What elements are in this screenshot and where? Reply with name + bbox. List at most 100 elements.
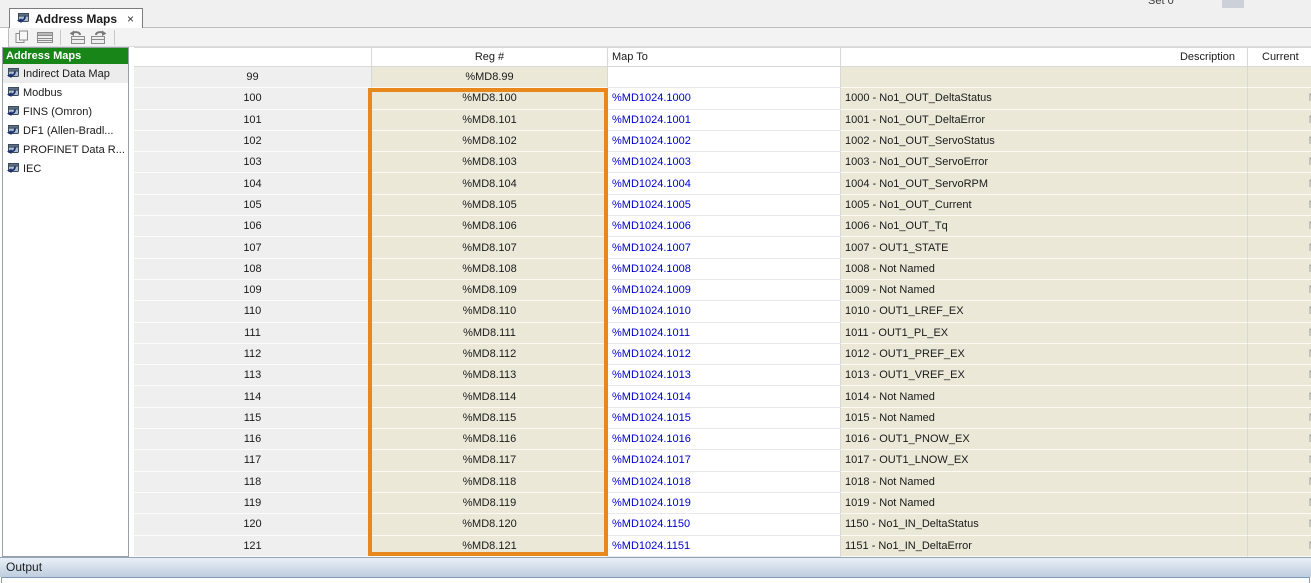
map-to-cell[interactable]: %MD1024.1011 <box>608 323 841 344</box>
reg-cell[interactable]: %MD8.104 <box>372 173 608 194</box>
row-index-cell[interactable]: 107 <box>134 237 372 258</box>
description-cell[interactable] <box>841 67 1248 88</box>
description-cell[interactable]: 1009 - Not Named <box>841 280 1248 301</box>
reg-cell[interactable]: %MD8.112 <box>372 344 608 365</box>
row-index-cell[interactable]: 121 <box>134 536 372 557</box>
reg-cell[interactable]: %MD8.118 <box>372 472 608 493</box>
map-to-cell[interactable]: %MD1024.1009 <box>608 280 841 301</box>
map-to-link[interactable]: %MD1024.1013 <box>612 369 691 381</box>
map-to-link[interactable]: %MD1024.1008 <box>612 263 691 275</box>
reg-cell[interactable]: %MD8.119 <box>372 493 608 514</box>
sidebar-item[interactable]: FINS (Omron) <box>3 102 128 121</box>
row-index-cell[interactable]: 100 <box>134 88 372 109</box>
description-cell[interactable]: 1005 - No1_OUT_Current <box>841 195 1248 216</box>
map-to-link[interactable]: %MD1024.1151 <box>612 540 690 552</box>
description-cell[interactable]: 1000 - No1_OUT_DeltaStatus <box>841 88 1248 109</box>
row-index-cell[interactable]: 103 <box>134 152 372 173</box>
map-to-link[interactable]: %MD1024.1018 <box>612 476 691 488</box>
pagination-number[interactable]: 2 <box>1272 0 1278 2</box>
map-to-link[interactable]: %MD1024.1016 <box>612 433 691 445</box>
description-cell[interactable]: 1007 - OUT1_STATE <box>841 237 1248 258</box>
map-to-cell[interactable]: %MD1024.1017 <box>608 450 841 471</box>
map-to-link[interactable]: %MD1024.1007 <box>612 242 691 254</box>
reg-cell[interactable]: %MD8.102 <box>372 131 608 152</box>
pagination-number[interactable]: 1 <box>1252 0 1258 2</box>
description-cell[interactable]: 1002 - No1_OUT_ServoStatus <box>841 131 1248 152</box>
map-to-cell[interactable]: %MD1024.1151 <box>608 536 841 557</box>
description-cell[interactable]: 1003 - No1_OUT_ServoError <box>841 152 1248 173</box>
map-to-cell[interactable]: %MD1024.1002 <box>608 131 841 152</box>
reg-cell[interactable]: %MD8.105 <box>372 195 608 216</box>
map-to-link[interactable]: %MD1024.1010 <box>612 305 691 317</box>
row-index-cell[interactable]: 119 <box>134 493 372 514</box>
row-index-cell[interactable]: 117 <box>134 450 372 471</box>
reg-cell[interactable]: %MD8.115 <box>372 408 608 429</box>
description-cell[interactable]: 1004 - No1_OUT_ServoRPM <box>841 173 1248 194</box>
tab-close-icon[interactable]: × <box>123 13 134 25</box>
reg-cell[interactable]: %MD8.107 <box>372 237 608 258</box>
row-index-cell[interactable]: 102 <box>134 131 372 152</box>
map-to-link[interactable]: %MD1024.1019 <box>612 497 691 509</box>
map-to-cell[interactable]: %MD1024.1015 <box>608 408 841 429</box>
description-cell[interactable]: 1017 - OUT1_LNOW_EX <box>841 450 1248 471</box>
description-cell[interactable]: 1008 - Not Named <box>841 259 1248 280</box>
pagination-number[interactable]: 3 <box>1292 0 1298 2</box>
description-cell[interactable]: 1015 - Not Named <box>841 408 1248 429</box>
row-index-cell[interactable]: 112 <box>134 344 372 365</box>
reg-cell[interactable]: %MD8.114 <box>372 386 608 407</box>
map-to-link[interactable]: %MD1024.1015 <box>612 412 691 424</box>
map-to-link[interactable]: %MD1024.1004 <box>612 178 691 190</box>
tab-address-maps[interactable]: Address Maps × <box>9 8 143 28</box>
description-cell[interactable]: 1016 - OUT1_PNOW_EX <box>841 429 1248 450</box>
map-to-cell[interactable]: %MD1024.1003 <box>608 152 841 173</box>
reg-cell[interactable]: %MD8.113 <box>372 365 608 386</box>
description-cell[interactable]: 1013 - OUT1_VREF_EX <box>841 365 1248 386</box>
row-index-cell[interactable]: 101 <box>134 110 372 131</box>
reg-cell[interactable]: %MD8.109 <box>372 280 608 301</box>
row-index-cell[interactable]: 114 <box>134 386 372 407</box>
description-cell[interactable]: 1014 - Not Named <box>841 386 1248 407</box>
map-to-link[interactable]: %MD1024.1002 <box>612 135 691 147</box>
map-to-cell[interactable]: %MD1024.1007 <box>608 237 841 258</box>
description-cell[interactable]: 1001 - No1_OUT_DeltaError <box>841 110 1248 131</box>
map-to-link[interactable]: %MD1024.1001 <box>612 114 691 126</box>
reg-cell[interactable]: %MD8.103 <box>372 152 608 173</box>
row-index-cell[interactable]: 115 <box>134 408 372 429</box>
map-to-link[interactable]: %MD1024.1005 <box>612 199 691 211</box>
description-cell[interactable]: 1150 - No1_IN_DeltaStatus <box>841 514 1248 535</box>
description-cell[interactable]: 1019 - Not Named <box>841 493 1248 514</box>
description-cell[interactable]: 1018 - Not Named <box>841 472 1248 493</box>
sidebar-item[interactable]: Modbus <box>3 83 128 102</box>
row-index-cell[interactable]: 113 <box>134 365 372 386</box>
pagination-button[interactable] <box>1222 0 1244 8</box>
row-index-cell[interactable]: 108 <box>134 259 372 280</box>
description-cell[interactable]: 1012 - OUT1_PREF_EX <box>841 344 1248 365</box>
row-index-cell[interactable]: 104 <box>134 173 372 194</box>
row-index-cell[interactable]: 111 <box>134 323 372 344</box>
sidebar-item[interactable]: PROFINET Data R... <box>3 140 128 159</box>
map-to-cell[interactable]: %MD1024.1005 <box>608 195 841 216</box>
reg-cell[interactable]: %MD8.101 <box>372 110 608 131</box>
row-index-cell[interactable]: 106 <box>134 216 372 237</box>
map-to-cell[interactable]: %MD1024.1001 <box>608 110 841 131</box>
reg-cell[interactable]: %MD8.121 <box>372 536 608 557</box>
map-to-link[interactable]: %MD1024.1014 <box>612 391 691 403</box>
reg-cell[interactable]: %MD8.110 <box>372 301 608 322</box>
sidebar-item[interactable]: Indirect Data Map <box>3 64 128 83</box>
row-index-cell[interactable]: 120 <box>134 514 372 535</box>
description-cell[interactable]: 1006 - No1_OUT_Tq <box>841 216 1248 237</box>
reg-cell[interactable]: %MD8.99 <box>372 67 608 88</box>
row-index-cell[interactable]: 109 <box>134 280 372 301</box>
map-to-link[interactable]: %MD1024.1000 <box>612 92 691 104</box>
map-to-cell[interactable] <box>608 67 841 88</box>
row-index-cell[interactable]: 116 <box>134 429 372 450</box>
map-to-link[interactable]: %MD1024.1011 <box>612 327 690 339</box>
description-cell[interactable]: 1010 - OUT1_LREF_EX <box>841 301 1248 322</box>
reg-cell[interactable]: %MD8.106 <box>372 216 608 237</box>
output-panel-header[interactable]: Output <box>0 557 1311 577</box>
sidebar-item[interactable]: DF1 (Allen-Bradl... <box>3 121 128 140</box>
map-to-cell[interactable]: %MD1024.1019 <box>608 493 841 514</box>
map-to-cell[interactable]: %MD1024.1012 <box>608 344 841 365</box>
import-mapping-icon[interactable] <box>66 29 86 46</box>
description-cell[interactable]: 1151 - No1_IN_DeltaError <box>841 536 1248 557</box>
